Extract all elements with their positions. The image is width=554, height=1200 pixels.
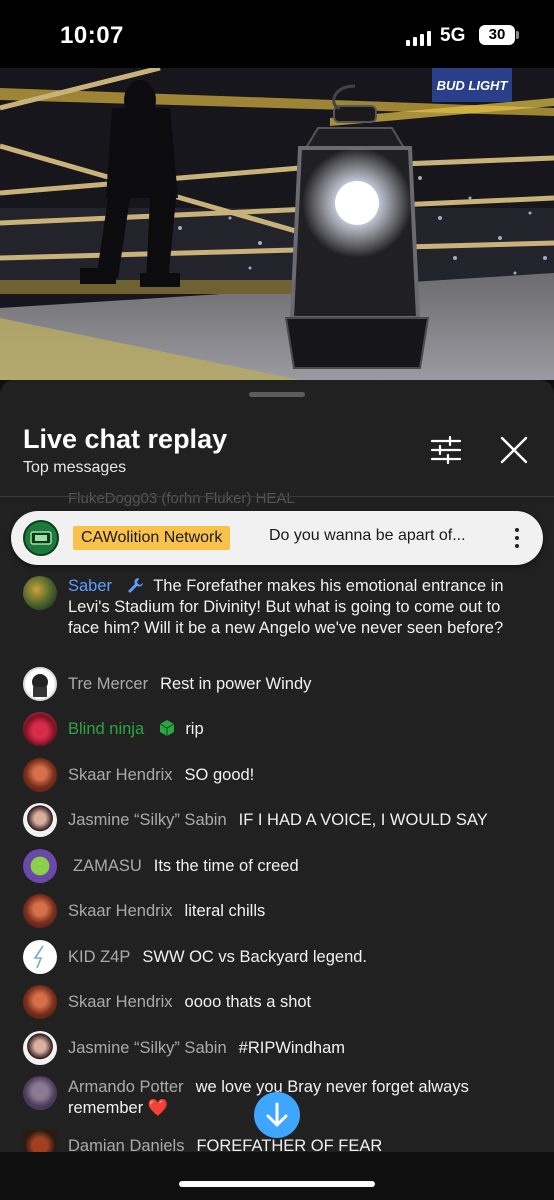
filter-icon[interactable] [428, 434, 464, 466]
author-name[interactable]: Skaar Hendrix [68, 902, 173, 920]
message-text: oooo thats a shot [184, 993, 312, 1011]
billboard-text: BUD LIGHT [437, 78, 509, 93]
video-player[interactable]: BUD LIGHT [0, 68, 554, 380]
battery-icon: 30 [479, 25, 519, 45]
avatar[interactable] [23, 1031, 57, 1065]
channel-avatar [23, 520, 59, 556]
divider [0, 496, 554, 497]
author-name[interactable]: Armando Potter [68, 1078, 184, 1096]
close-icon[interactable] [498, 434, 530, 466]
author-name[interactable]: ZAMASU [73, 857, 142, 875]
message-text: Rest in power Windy [160, 675, 312, 693]
partially-hidden-message: FlukeDogg03 (forhn Fluker) HEAL [68, 490, 295, 507]
avatar[interactable] [23, 985, 57, 1019]
video-frame: BUD LIGHT [0, 68, 554, 380]
message-text: FOREFATHER OF FEAR [196, 1137, 383, 1152]
avatar[interactable] [23, 1130, 57, 1152]
message-text: SO good! [184, 766, 255, 784]
message-text: SWW OC vs Backyard legend. [142, 948, 368, 966]
author-name[interactable]: Jasmine “Silky” Sabin [68, 811, 227, 829]
clock: 10:07 [60, 22, 124, 49]
scroll-to-bottom-button[interactable] [254, 1092, 300, 1138]
author-name[interactable]: Skaar Hendrix [68, 766, 173, 784]
home-indicator[interactable] [179, 1181, 375, 1187]
message-text: Its the time of creed [153, 857, 299, 875]
wrench-icon [128, 578, 144, 593]
chat-title: Live chat replay [23, 424, 228, 454]
author-name[interactable]: Blind ninja [68, 720, 144, 738]
message-text: IF I HAD A VOICE, I WOULD SAY [238, 811, 488, 829]
pinned-message-text: Do you wanna be apart of... [269, 527, 466, 544]
author-name[interactable]: Skaar Hendrix [68, 993, 173, 1011]
more-options-icon[interactable] [507, 524, 527, 552]
message-text: #RIPWindham [238, 1039, 346, 1057]
author-name[interactable]: KID Z4P [68, 948, 130, 966]
cube-icon [159, 720, 175, 736]
author-name[interactable]: Damian Daniels [68, 1137, 184, 1152]
avatar[interactable] [23, 1076, 57, 1110]
message-text: rip [185, 720, 204, 738]
avatar[interactable] [23, 712, 57, 746]
home-bar-area [0, 1152, 554, 1200]
network-type: 5G [440, 25, 466, 46]
arrow-down-icon [266, 1102, 288, 1127]
avatar[interactable] [23, 940, 57, 974]
avatar[interactable] [23, 894, 57, 928]
author-name[interactable]: Tre Mercer [68, 675, 148, 693]
pinned-message[interactable]: CAWolition Network Do you wanna be apart… [11, 511, 543, 565]
pinned-author-badge[interactable]: CAWolition Network [73, 526, 231, 550]
drag-handle[interactable] [249, 392, 305, 397]
live-chat-panel: Live chat replay Top messages FlukeDogg0… [0, 380, 554, 1152]
avatar[interactable] [23, 849, 57, 883]
avatar[interactable] [23, 803, 57, 837]
author-name[interactable]: Saber [68, 577, 112, 595]
avatar[interactable] [23, 576, 57, 610]
avatar[interactable] [23, 667, 57, 701]
author-name[interactable]: Jasmine “Silky” Sabin [68, 1039, 227, 1057]
status-bar: 10:07 5G 30 [0, 0, 554, 68]
chat-mode-label[interactable]: Top messages [23, 459, 126, 477]
message-text: literal chills [184, 902, 266, 920]
cellular-signal-icon [406, 30, 432, 46]
avatar[interactable] [23, 758, 57, 792]
